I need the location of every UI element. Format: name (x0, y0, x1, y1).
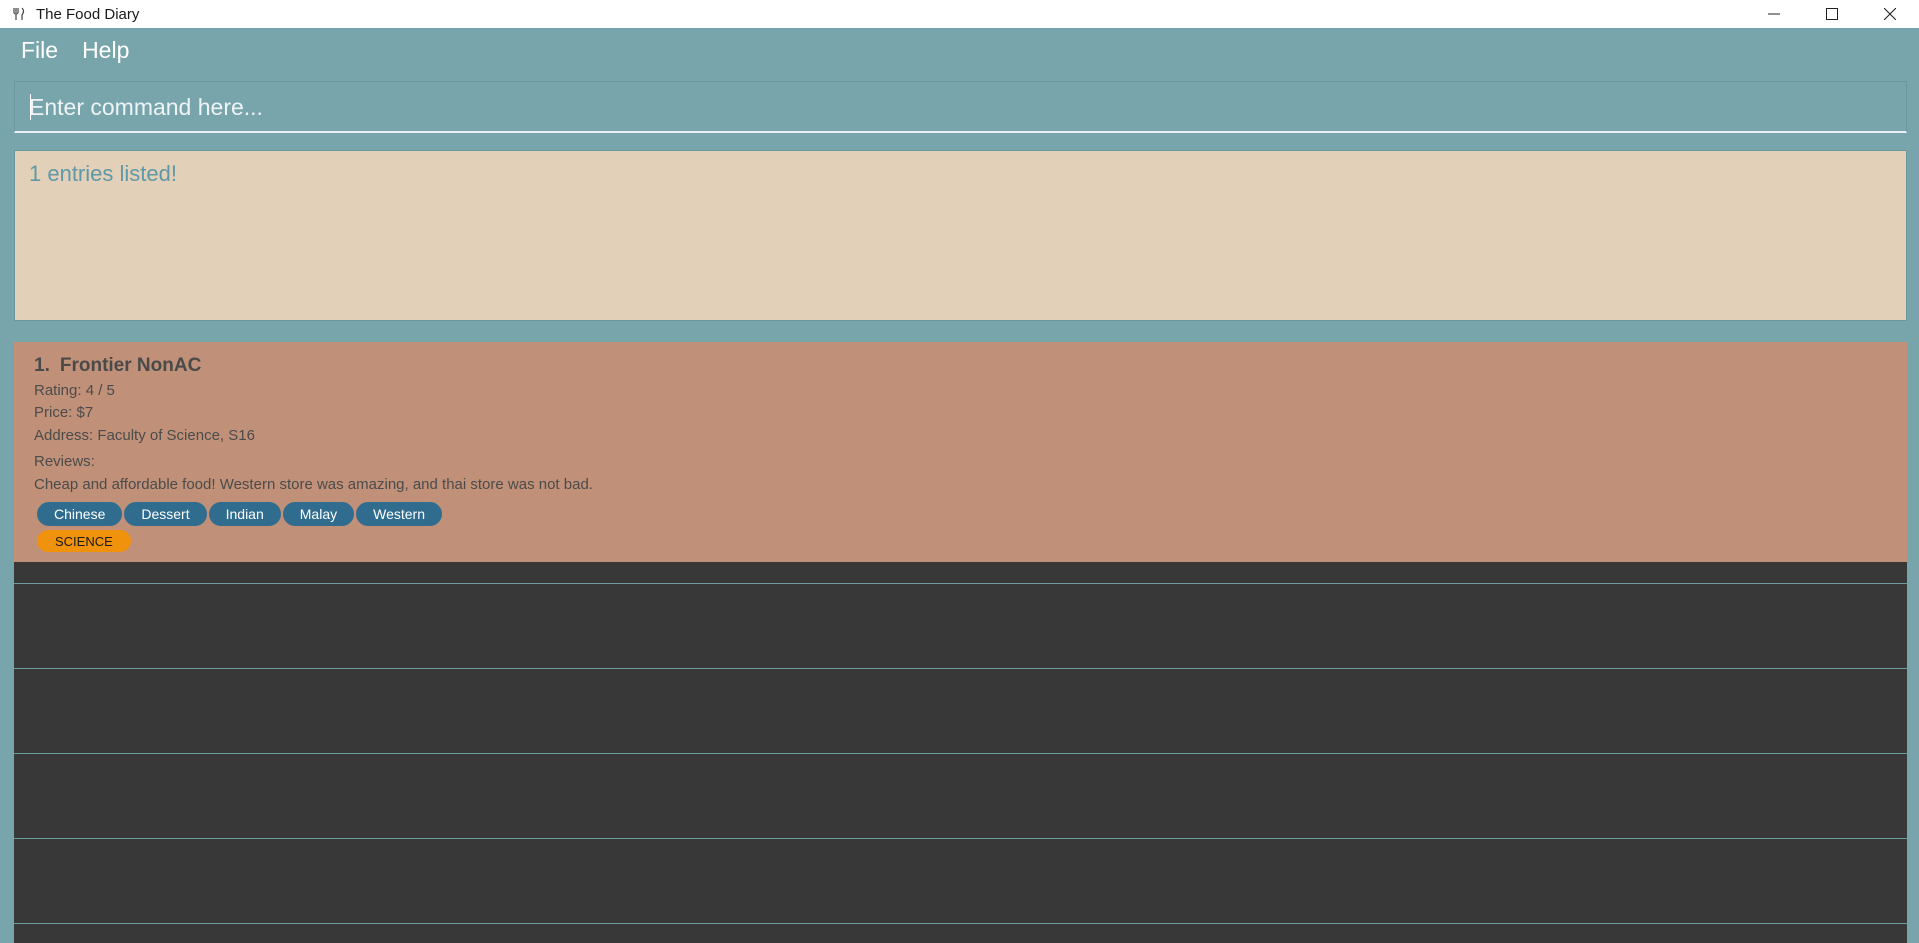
entry-title: 1. Frontier NonAC (34, 355, 201, 377)
app-icon (11, 6, 27, 22)
school-tags: SCIENCE (37, 530, 131, 552)
close-icon (1884, 8, 1896, 20)
menu-file[interactable]: File (21, 37, 58, 64)
tag-indian: Indian (208, 502, 281, 526)
entry-price: Price: $7 (34, 404, 94, 421)
entry-name: Frontier NonAC (59, 355, 202, 376)
command-box (14, 81, 1907, 133)
entry-review: Cheap and affordable food! Western store… (34, 476, 593, 493)
entry-reviews-label: Reviews: (34, 453, 95, 470)
entry-address: Address: Faculty of Science, S16 (34, 427, 255, 444)
text-caret (30, 94, 31, 120)
maximize-button[interactable] (1803, 0, 1861, 28)
minimize-icon (1768, 13, 1780, 15)
entry-list[interactable]: 1. Frontier NonAC Rating: 4 / 5 Price: $7… (14, 342, 1907, 943)
close-button[interactable] (1861, 0, 1919, 28)
empty-row-divider (14, 753, 1907, 754)
tag-school: SCIENCE (37, 530, 131, 552)
result-display: 1 entries listed! (14, 150, 1907, 321)
empty-row-divider (14, 583, 1907, 584)
tag-chinese: Chinese (37, 502, 123, 526)
empty-row-divider (14, 838, 1907, 839)
empty-row-divider (14, 668, 1907, 669)
entry-card[interactable]: 1. Frontier NonAC Rating: 4 / 5 Price: $7… (14, 342, 1907, 562)
window-titlebar: The Food Diary (0, 0, 1919, 28)
entry-rating: Rating: 4 / 5 (34, 382, 115, 399)
entry-index: 1. (34, 355, 50, 376)
window-controls (1745, 0, 1919, 28)
result-message: 1 entries listed! (29, 161, 177, 186)
tag-dessert: Dessert (124, 502, 207, 526)
tag-malay: Malay (282, 502, 355, 526)
minimize-button[interactable] (1745, 0, 1803, 28)
menu-help[interactable]: Help (82, 37, 129, 64)
empty-row-divider (14, 923, 1907, 924)
tag-western: Western (356, 502, 442, 526)
category-tags: Chinese Dessert Indian Malay Western (37, 502, 444, 526)
menu-bar: File Help (0, 28, 1919, 72)
command-input[interactable] (15, 82, 1906, 131)
window-title: The Food Diary (36, 5, 140, 23)
maximize-icon (1826, 8, 1838, 20)
